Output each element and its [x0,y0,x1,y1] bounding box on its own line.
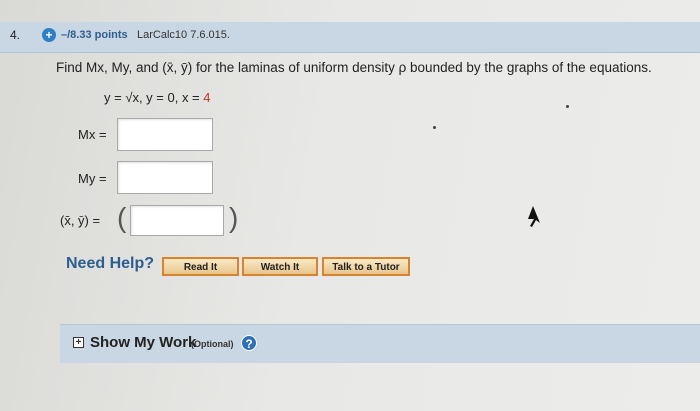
question-help-icon[interactable]: ? [241,335,257,351]
centroid-label: (x̄, ȳ) = [60,213,101,228]
expand-toggle-icon[interactable]: + [73,337,84,348]
given-value: 4 [203,90,211,105]
question-number: 4. [10,28,21,42]
my-answer-input[interactable] [117,161,213,194]
equation-text: y = √x, y = 0, x = [104,90,204,105]
open-paren: ( [117,202,127,233]
my-label: My = [78,171,107,186]
read-it-button[interactable]: Read It [162,257,239,276]
show-my-work-title[interactable]: Show My Work [90,334,196,351]
question-prompt: Find Mx, My, and (x̄, ȳ) for the laminas… [56,60,652,75]
mx-answer-input[interactable] [117,118,213,151]
close-paren: ) [229,202,239,233]
bounding-equations: y = √x, y = 0, x = 4 [104,90,211,105]
show-my-work-bar[interactable]: + Show My Work (Optional) ? [60,324,700,363]
question-header-bar: 4. + –/8.33 points LarCalc10 7.6.015. [0,22,700,53]
speck-dot [566,105,569,108]
question-source: LarCalc10 7.6.015. [137,29,230,41]
speck-dot [433,126,436,129]
need-help-heading: Need Help? [66,255,155,272]
centroid-answer-input[interactable] [130,205,224,236]
mouse-cursor-icon [528,206,540,227]
expand-plus-icon[interactable]: + [42,28,56,42]
points-label: –/8.33 points [61,29,128,41]
mx-label: Mx = [78,127,107,142]
watch-it-button[interactable]: Watch It [242,257,318,276]
talk-to-tutor-button[interactable]: Talk to a Tutor [322,257,410,276]
optional-label: (Optional) [191,339,234,349]
